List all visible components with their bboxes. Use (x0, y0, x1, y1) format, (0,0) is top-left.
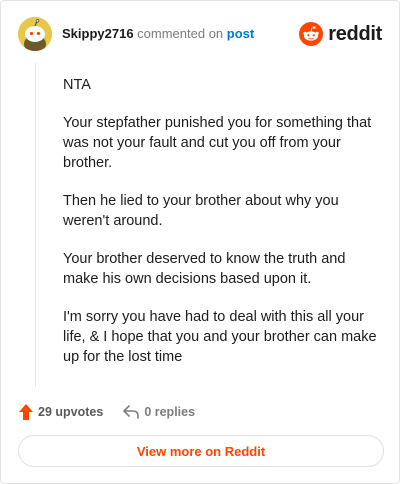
comment-paragraph: Then he lied to your brother about why y… (63, 193, 339, 229)
comment-paragraph: Your stepfather punished you for somethi… (63, 115, 372, 171)
comment-verb: commented on (137, 26, 224, 41)
comment-card: Skippy2716 commented on post reddit NTA … (0, 0, 400, 484)
username[interactable]: Skippy2716 (62, 26, 134, 41)
upvote-button[interactable]: 29 upvotes (19, 404, 103, 420)
user-avatar[interactable] (18, 17, 52, 51)
comment-body: NTA Your stepfather punished you for som… (63, 75, 381, 385)
reddit-snoo-icon (299, 22, 324, 46)
view-more-button[interactable]: View more on Reddit (18, 435, 384, 467)
upvote-count: 29 upvotes (38, 405, 104, 419)
upvote-arrow-icon (19, 404, 33, 420)
reddit-wordmark: reddit (328, 22, 382, 45)
replies-button[interactable]: 0 replies (123, 405, 195, 419)
thread-line (35, 63, 36, 387)
reply-arrow-icon (123, 405, 140, 419)
comment-meta: Skippy2716 commented on post (62, 26, 254, 41)
comment-actions: 29 upvotes 0 replies (19, 402, 195, 422)
comment-paragraph: I'm sorry you have had to deal with this… (63, 309, 377, 365)
comment-header: Skippy2716 commented on post reddit (18, 15, 382, 53)
reply-count: 0 replies (144, 405, 196, 419)
comment-paragraph: NTA (63, 77, 91, 93)
snoo-avatar-icon (18, 17, 52, 51)
reddit-logo[interactable]: reddit (299, 21, 382, 47)
comment-paragraph: Your brother deserved to know the truth … (63, 251, 346, 287)
post-link[interactable]: post (227, 26, 254, 41)
